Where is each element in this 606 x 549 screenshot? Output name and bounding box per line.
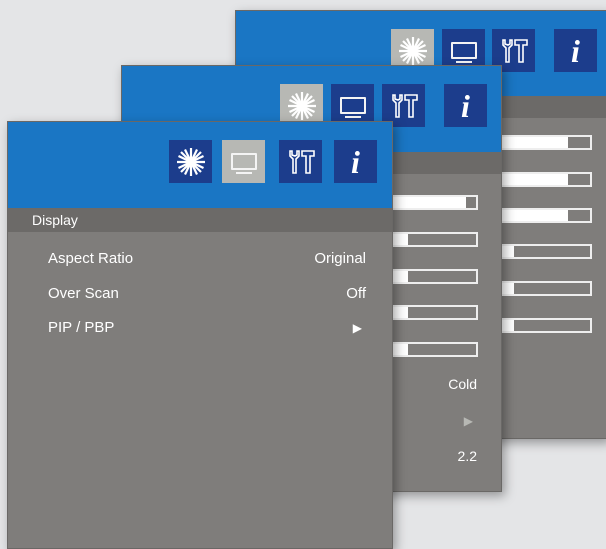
section-title: Display bbox=[8, 208, 392, 232]
sun-icon[interactable] bbox=[169, 140, 212, 183]
color-temp-value: Cold bbox=[448, 376, 477, 392]
menu-item-value: Off bbox=[346, 285, 366, 302]
slider-bar[interactable] bbox=[498, 172, 592, 187]
slider-bar[interactable] bbox=[390, 195, 478, 210]
menu-item-pip-pbp[interactable]: PIP / PBP ▶ bbox=[8, 311, 392, 345]
submenu-arrow-icon: ▶ bbox=[352, 321, 362, 335]
menu-item-label: PIP / PBP bbox=[48, 319, 115, 336]
slider-bar[interactable] bbox=[390, 342, 478, 357]
menu-item-value: Original bbox=[314, 250, 366, 267]
menu-item-aspect-ratio[interactable]: Aspect Ratio Original bbox=[8, 242, 392, 276]
menu-item-label: Over Scan bbox=[48, 285, 119, 302]
submenu-arrow-icon[interactable]: ▶ bbox=[464, 414, 473, 428]
slider-bar[interactable] bbox=[498, 318, 592, 333]
menu-item-label: Aspect Ratio bbox=[48, 250, 134, 267]
tools-icon[interactable] bbox=[279, 140, 322, 183]
slider-bar[interactable] bbox=[390, 305, 478, 320]
info-icon[interactable]: i bbox=[334, 140, 377, 183]
osd-panel-front: i Display Aspect Ratio Original Over Sca… bbox=[7, 121, 393, 549]
slider-bar[interactable] bbox=[390, 232, 478, 247]
slider-bar[interactable] bbox=[498, 208, 592, 223]
menu-item-over-scan[interactable]: Over Scan Off bbox=[8, 277, 392, 311]
osd-header: i bbox=[8, 122, 392, 208]
slider-bar[interactable] bbox=[498, 244, 592, 259]
slider-bar[interactable] bbox=[390, 269, 478, 284]
gamma-value: 2.2 bbox=[457, 448, 477, 464]
slider-bar[interactable] bbox=[498, 281, 592, 296]
slider-bar[interactable] bbox=[498, 135, 592, 150]
info-icon[interactable]: i bbox=[444, 84, 487, 127]
info-icon[interactable]: i bbox=[554, 29, 597, 72]
monitor-icon[interactable] bbox=[222, 140, 265, 183]
